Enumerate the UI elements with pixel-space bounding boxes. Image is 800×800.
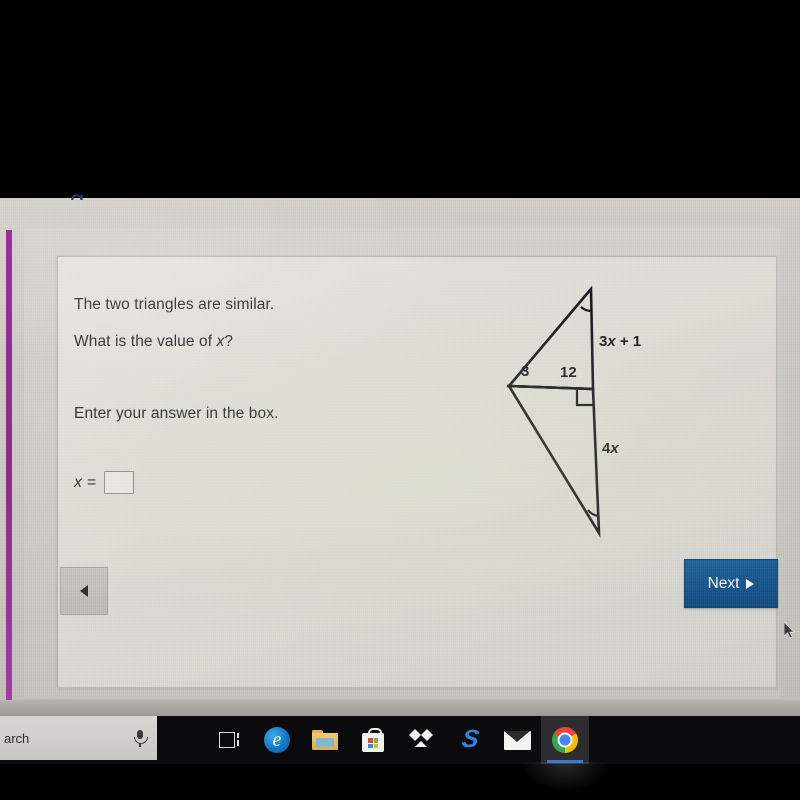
label-3x-plus-1: 3x + 1 [599,333,642,350]
question-line-3: Enter your answer in the box. [74,405,279,422]
answer-equals-sign: = [87,473,97,491]
question-line-2: What is the value of x? [74,333,233,351]
triangles-svg [506,285,601,538]
angle-arc-top [580,306,592,313]
similar-triangles-figure: 3x + 1 4x 3 12 [480,270,690,560]
lower-triangle [506,384,601,538]
photographed-laptop-screen: The two triangles are similar. What is t… [0,0,800,800]
chevron-left-icon [80,585,88,597]
question-line-1: The two triangles are similar. [74,296,275,313]
answer-variable-label: x [74,473,82,491]
windows-taskbar: arch e S [0,716,800,764]
taskbar-item-chrome[interactable] [541,716,589,764]
mail-envelope-icon [503,730,531,750]
taskbar-icons: e S [205,716,589,764]
question-line-2-pre: What is the value of [74,333,217,350]
dropbox-icon [409,729,433,751]
question-line-2-post: ? [224,333,234,350]
answer-input[interactable] [104,471,135,494]
previous-button[interactable] [60,567,108,615]
page-accent-bar [6,230,12,700]
taskbar-item-dropbox[interactable] [397,716,445,764]
bolt-icon: S [460,725,481,753]
mouse-cursor [784,622,795,639]
task-view-icon [219,732,239,748]
bottom-dark-area [0,764,800,800]
cut-off-glyph: g [70,186,84,200]
taskbar-item-bolt-app[interactable]: S [445,716,493,764]
next-button[interactable]: Next [684,559,778,608]
window-bottom-edge [0,700,800,716]
shared-base-segment [508,384,594,391]
label-12: 12 [560,364,577,381]
next-button-label: Next [707,574,740,592]
taskbar-search-box[interactable]: arch [0,716,157,760]
taskbar-item-edge[interactable]: e [253,716,301,764]
chrome-icon [552,727,578,753]
chevron-right-icon [746,578,755,589]
taskbar-item-microsoft-store[interactable] [349,716,397,764]
taskbar-item-file-explorer[interactable] [301,716,349,764]
store-bag-icon [362,728,384,752]
label-4x: 4x [602,440,619,457]
label-3: 3 [521,363,530,380]
ambient-glow [520,762,610,792]
right-angle-marker [575,390,593,407]
folder-icon [312,730,338,750]
top-bezel [0,0,800,198]
edge-icon: e [264,727,290,753]
answer-row: x = [74,471,135,494]
taskbar-item-task-view[interactable] [205,716,253,764]
taskbar-item-mail[interactable] [493,716,541,764]
microphone-icon[interactable] [131,729,149,747]
search-input-text: arch [4,730,30,746]
